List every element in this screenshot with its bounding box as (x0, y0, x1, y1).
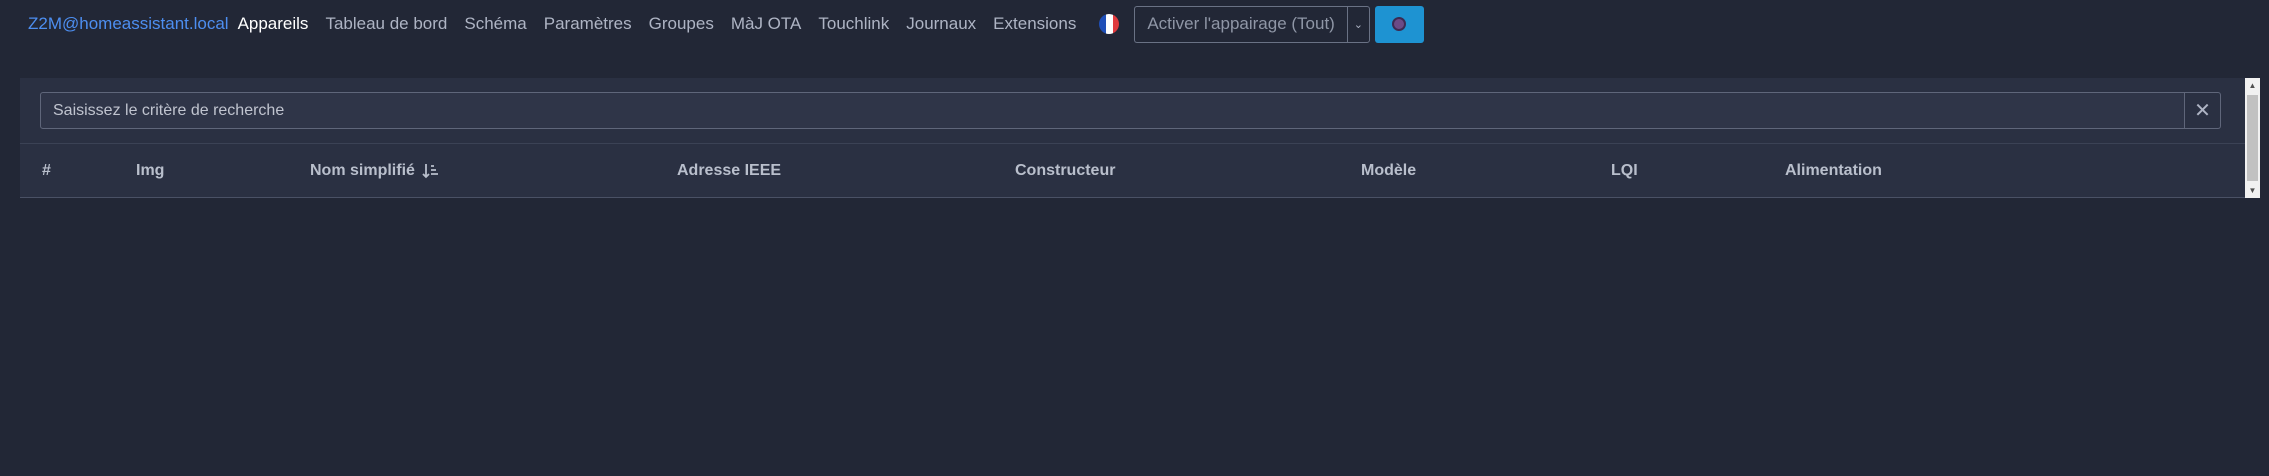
brand-link[interactable]: Z2M@homeassistant.local (28, 14, 229, 34)
navbar: Z2M@homeassistant.local Appareils Tablea… (0, 0, 2269, 48)
close-icon[interactable]: ✕ (2185, 92, 2221, 129)
devices-card: ✕ # Img Nom simplifié Adresse IEEE Const… (20, 78, 2245, 198)
permit-join-group: Activer l'appairage (Tout) ⌄ (1134, 5, 1370, 43)
vertical-scrollbar[interactable]: ▲ ▼ (2245, 78, 2260, 198)
sort-ascending-icon (422, 163, 439, 179)
column-header-manufacturer[interactable]: Constructeur (1015, 144, 1115, 197)
search-row: ✕ (40, 92, 2221, 129)
chevron-down-icon[interactable]: ⌄ (1346, 5, 1370, 43)
nav-item-groupes[interactable]: Groupes (649, 14, 714, 34)
french-flag-icon[interactable] (1099, 14, 1120, 34)
column-header-index[interactable]: # (42, 144, 51, 197)
column-header-model[interactable]: Modèle (1361, 144, 1416, 197)
theme-switcher-button[interactable] (1374, 5, 1424, 43)
nav-item-maj-ota[interactable]: MàJ OTA (731, 14, 802, 34)
scroll-up-arrow-icon[interactable]: ▲ (2245, 78, 2260, 93)
scrollbar-thumb[interactable] (2247, 95, 2258, 181)
nav-item-parametres[interactable]: Paramètres (544, 14, 632, 34)
nav-item-journaux[interactable]: Journaux (906, 14, 976, 34)
nav-item-extensions[interactable]: Extensions (993, 14, 1076, 34)
devices-table-header: # Img Nom simplifié Adresse IEEE Constru… (20, 144, 2245, 197)
column-header-lqi[interactable]: LQI (1611, 144, 1638, 197)
column-header-img[interactable]: Img (136, 144, 164, 197)
scroll-down-arrow-icon[interactable]: ▼ (2245, 183, 2260, 198)
column-header-power[interactable]: Alimentation (1785, 144, 1882, 197)
column-header-friendly-name-label: Nom simplifié (310, 162, 415, 179)
column-header-ieee[interactable]: Adresse IEEE (677, 144, 781, 197)
permit-join-button[interactable]: Activer l'appairage (Tout) (1134, 5, 1347, 43)
nav-item-appareils[interactable]: Appareils (238, 14, 309, 34)
search-input[interactable] (40, 92, 2185, 129)
header-divider (20, 197, 2245, 198)
nav-item-schema[interactable]: Schéma (464, 14, 526, 34)
column-header-friendly-name[interactable]: Nom simplifié (310, 144, 439, 197)
nav-item-touchlink[interactable]: Touchlink (818, 14, 889, 34)
theme-circle-icon (1392, 17, 1407, 31)
nav-item-tableau-de-bord[interactable]: Tableau de bord (325, 14, 447, 34)
